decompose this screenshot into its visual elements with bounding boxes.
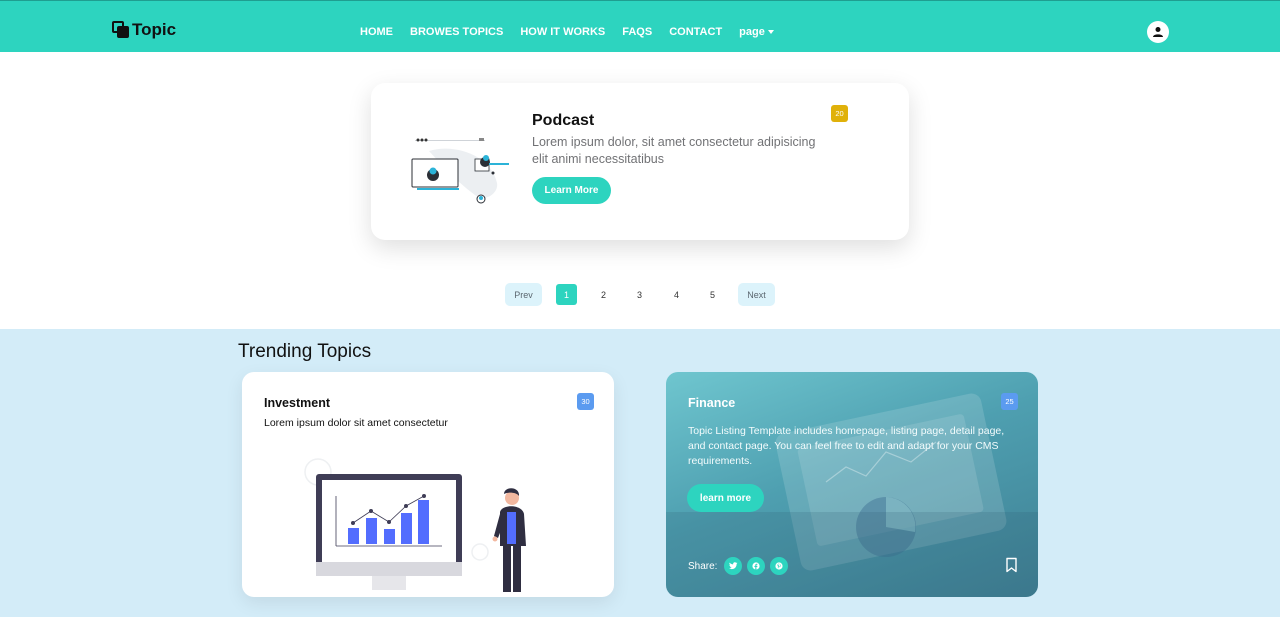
caret-down-icon <box>767 30 774 35</box>
brand-logo[interactable]: Topic <box>112 20 176 40</box>
nav-page-label: page <box>739 26 765 38</box>
podcast-illustration <box>411 138 509 204</box>
share-label: Share: <box>688 560 718 572</box>
pinterest-icon[interactable] <box>770 557 789 575</box>
pagination-page-5[interactable]: 5 <box>702 284 723 305</box>
trending-section: Trending Topics Investment Lorem ipsum d… <box>0 329 1280 617</box>
podcast-card: Podcast Lorem ipsum dolor, sit amet cons… <box>371 83 909 240</box>
trending-title: Trending Topics <box>238 341 372 362</box>
finance-count-badge: 25 <box>1001 393 1018 410</box>
pagination-next[interactable]: Next <box>738 283 775 306</box>
investment-card[interactable]: Investment Lorem ipsum dolor sit amet co… <box>242 372 614 597</box>
nav-faqs[interactable]: FAQS <box>622 26 652 38</box>
pagination-page-3[interactable]: 3 <box>629 284 650 305</box>
nav-home[interactable]: HOME <box>360 26 393 38</box>
learn-more-button[interactable]: Learn More <box>532 177 611 204</box>
nav-menu: HOME BROWES TOPICS HOW IT WORKS FAQS CON… <box>360 26 774 38</box>
investment-title: Investment <box>264 396 330 410</box>
user-avatar-button[interactable] <box>1147 21 1169 43</box>
podcast-count-badge: 20 <box>831 105 848 122</box>
finance-description: Topic Listing Template includes homepage… <box>688 425 1005 467</box>
nav-contact[interactable]: CONTACT <box>669 26 722 38</box>
investment-count-badge: 30 <box>577 393 594 410</box>
nav-how-it-works[interactable]: HOW IT WORKS <box>520 26 605 38</box>
finance-learn-more-button[interactable]: learn more <box>687 484 764 512</box>
navbar: Topic HOME BROWES TOPICS HOW IT WORKS FA… <box>0 0 1280 52</box>
podcast-title: Podcast <box>532 112 595 129</box>
pagination-page-1[interactable]: 1 <box>556 284 577 305</box>
finance-card[interactable]: Finance 25 Topic Listing Template includ… <box>666 372 1038 597</box>
card-shadow <box>372 52 908 70</box>
bookmark-icon[interactable] <box>1005 557 1018 573</box>
pagination: Prev 1 2 3 4 5 Next <box>505 283 775 306</box>
nav-browse-topics[interactable]: BROWES TOPICS <box>410 26 503 38</box>
nav-page-dropdown[interactable]: page <box>739 26 774 38</box>
pagination-prev[interactable]: Prev <box>505 283 542 306</box>
brand-name: Topic <box>132 20 177 39</box>
pagination-page-2[interactable]: 2 <box>593 284 614 305</box>
share-row: Share: <box>688 557 789 575</box>
pagination-page-4[interactable]: 4 <box>666 284 687 305</box>
logo-icon <box>112 21 130 39</box>
podcast-description: Lorem ipsum dolor, sit amet consectetur … <box>532 135 816 166</box>
finance-title: Finance <box>688 396 736 410</box>
investment-illustration <box>304 458 526 592</box>
twitter-icon[interactable] <box>724 557 743 575</box>
investment-description: Lorem ipsum dolor sit amet consectetur <box>264 417 448 429</box>
user-icon <box>1153 27 1163 37</box>
facebook-icon[interactable] <box>747 557 766 575</box>
